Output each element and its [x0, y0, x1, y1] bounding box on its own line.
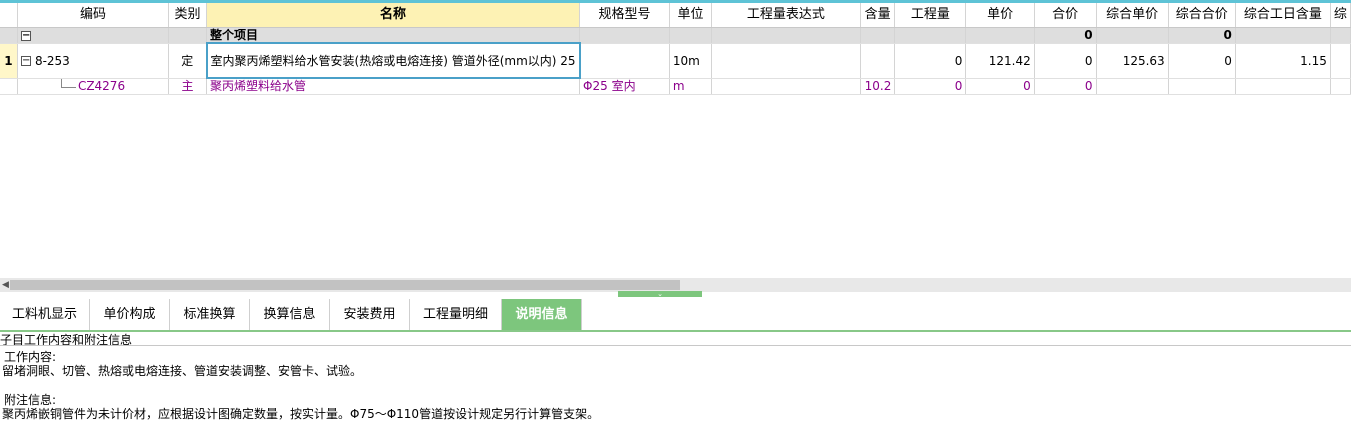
tab-conversion-info[interactable]: 换算信息 — [250, 299, 330, 330]
name-cell[interactable]: 整个项目 — [206, 27, 581, 44]
quota-grid: 编码 类别 名称 规格型号 单位 工程量表达式 含量 工程量 单价 合价 综合单… — [0, 0, 1351, 278]
price-cell[interactable]: 0 — [965, 78, 1035, 95]
code-cell[interactable]: CZ4276 — [17, 78, 170, 95]
collapse-toggle-icon[interactable]: − — [20, 30, 31, 41]
col-header-unit[interactable]: 单位 — [669, 1, 713, 28]
unit-cell[interactable]: 10m — [669, 43, 713, 79]
collapse-toggle-icon[interactable]: − — [20, 56, 31, 66]
content-cell[interactable] — [860, 43, 896, 79]
total-cell: 0 — [1034, 43, 1097, 79]
col-header-labor[interactable]: 综合工日含量 — [1235, 1, 1331, 28]
scroll-left-icon[interactable]: ◀ — [2, 278, 9, 292]
row-number[interactable]: 1 — [0, 43, 18, 79]
rownum-cell — [0, 78, 18, 95]
col-header-spec[interactable]: 规格型号 — [579, 1, 670, 28]
expr-cell[interactable] — [711, 43, 861, 79]
type-cell — [168, 27, 208, 44]
code-cell: − — [17, 27, 170, 44]
horizontal-scrollbar[interactable]: ◀ — [0, 278, 1351, 292]
table-row[interactable]: CZ4276 主 聚丙烯塑料给水管 Φ25 室内 m 10.2 0 0 0 — [0, 78, 1351, 95]
name-cell[interactable]: 室内聚丙烯塑料给水管安装(热熔或电熔连接) 管道外径(mm以内) 25 — [205, 42, 581, 79]
work-content-text: 留堵洞眼、切管、热熔或电熔连接、管道安装调整、安管卡、试验。 — [2, 364, 363, 378]
unit-cell[interactable]: m — [669, 78, 713, 95]
col-header-extra[interactable]: 综 — [1330, 1, 1351, 28]
note-label: 附注信息: — [4, 393, 57, 407]
col-header-total[interactable]: 合价 — [1034, 1, 1097, 28]
col-header-code[interactable]: 编码 — [17, 1, 170, 28]
spec-cell[interactable] — [579, 43, 670, 79]
total-cell: 0 — [1034, 27, 1097, 44]
col-header-comp-price[interactable]: 综合单价 — [1096, 1, 1169, 28]
labor-cell[interactable]: 1.15 — [1235, 43, 1331, 79]
chevron-down-icon: ⌄ — [657, 290, 663, 298]
spec-cell[interactable]: Φ25 室内 — [579, 78, 670, 95]
type-cell[interactable]: 定 — [168, 43, 208, 79]
col-header-content[interactable]: 含量 — [860, 1, 896, 28]
comp-price-cell[interactable]: 125.63 — [1096, 43, 1169, 79]
panel-splitter-handle[interactable]: ⌄ — [618, 290, 702, 298]
col-header-type[interactable]: 类别 — [168, 1, 208, 28]
col-header-rownum — [0, 1, 18, 28]
comp-total-cell: 0 — [1168, 27, 1236, 44]
tab-labor-material[interactable]: 工料机显示 — [0, 299, 90, 330]
tab-price-composition[interactable]: 单价构成 — [90, 299, 170, 330]
content-cell[interactable]: 10.2 — [860, 78, 896, 95]
tab-quantity-detail[interactable]: 工程量明细 — [410, 299, 502, 330]
code-text: CZ4276 — [77, 78, 126, 93]
col-header-name[interactable]: 名称 — [206, 1, 581, 28]
project-total-row[interactable]: − 整个项目 0 0 — [0, 27, 1351, 44]
col-header-qty[interactable]: 工程量 — [894, 1, 967, 28]
comp-total-cell: 0 — [1168, 43, 1236, 79]
col-header-expr[interactable]: 工程量表达式 — [711, 1, 861, 28]
tree-connector-icon — [60, 78, 76, 88]
expr-cell[interactable] — [711, 78, 861, 95]
code-text: 8-253 — [34, 53, 70, 68]
name-cell[interactable]: 聚丙烯塑料给水管 — [206, 78, 581, 95]
col-header-price[interactable]: 单价 — [965, 1, 1035, 28]
col-header-comp-total[interactable]: 综合合价 — [1168, 1, 1236, 28]
detail-tabbar: 工料机显示 单价构成 标准换算 换算信息 安装费用 工程量明细 说明信息 — [0, 299, 1351, 332]
tab-description[interactable]: 说明信息 — [502, 299, 582, 330]
total-cell: 0 — [1034, 78, 1097, 95]
scroll-thumb[interactable] — [10, 280, 680, 290]
qty-cell[interactable]: 0 — [894, 78, 967, 95]
header-row: 编码 类别 名称 规格型号 单位 工程量表达式 含量 工程量 单价 合价 综合单… — [0, 1, 1351, 28]
quota-table: 编码 类别 名称 规格型号 单位 工程量表达式 含量 工程量 单价 合价 综合单… — [0, 0, 1351, 95]
qty-cell[interactable]: 0 — [894, 43, 967, 79]
note-text: 聚丙烯嵌铜管件为未计价材，应根据设计图确定数量，按实计量。Φ75～Φ110管道按… — [2, 407, 600, 421]
price-cell[interactable]: 121.42 — [965, 43, 1035, 79]
code-cell[interactable]: −8-253 — [17, 43, 170, 79]
description-panel: 工作内容: 留堵洞眼、切管、热熔或电熔连接、管道安装调整、安管卡、试验。 附注信… — [0, 345, 1351, 441]
rownum-cell — [0, 27, 18, 44]
work-content-label: 工作内容: — [4, 350, 57, 364]
tab-install-cost[interactable]: 安装费用 — [330, 299, 410, 330]
type-cell[interactable]: 主 — [168, 78, 208, 95]
tab-standard-conversion[interactable]: 标准换算 — [170, 299, 250, 330]
table-row[interactable]: 1 −8-253 定 室内聚丙烯塑料给水管安装(热熔或电熔连接) 管道外径(mm… — [0, 42, 1351, 79]
